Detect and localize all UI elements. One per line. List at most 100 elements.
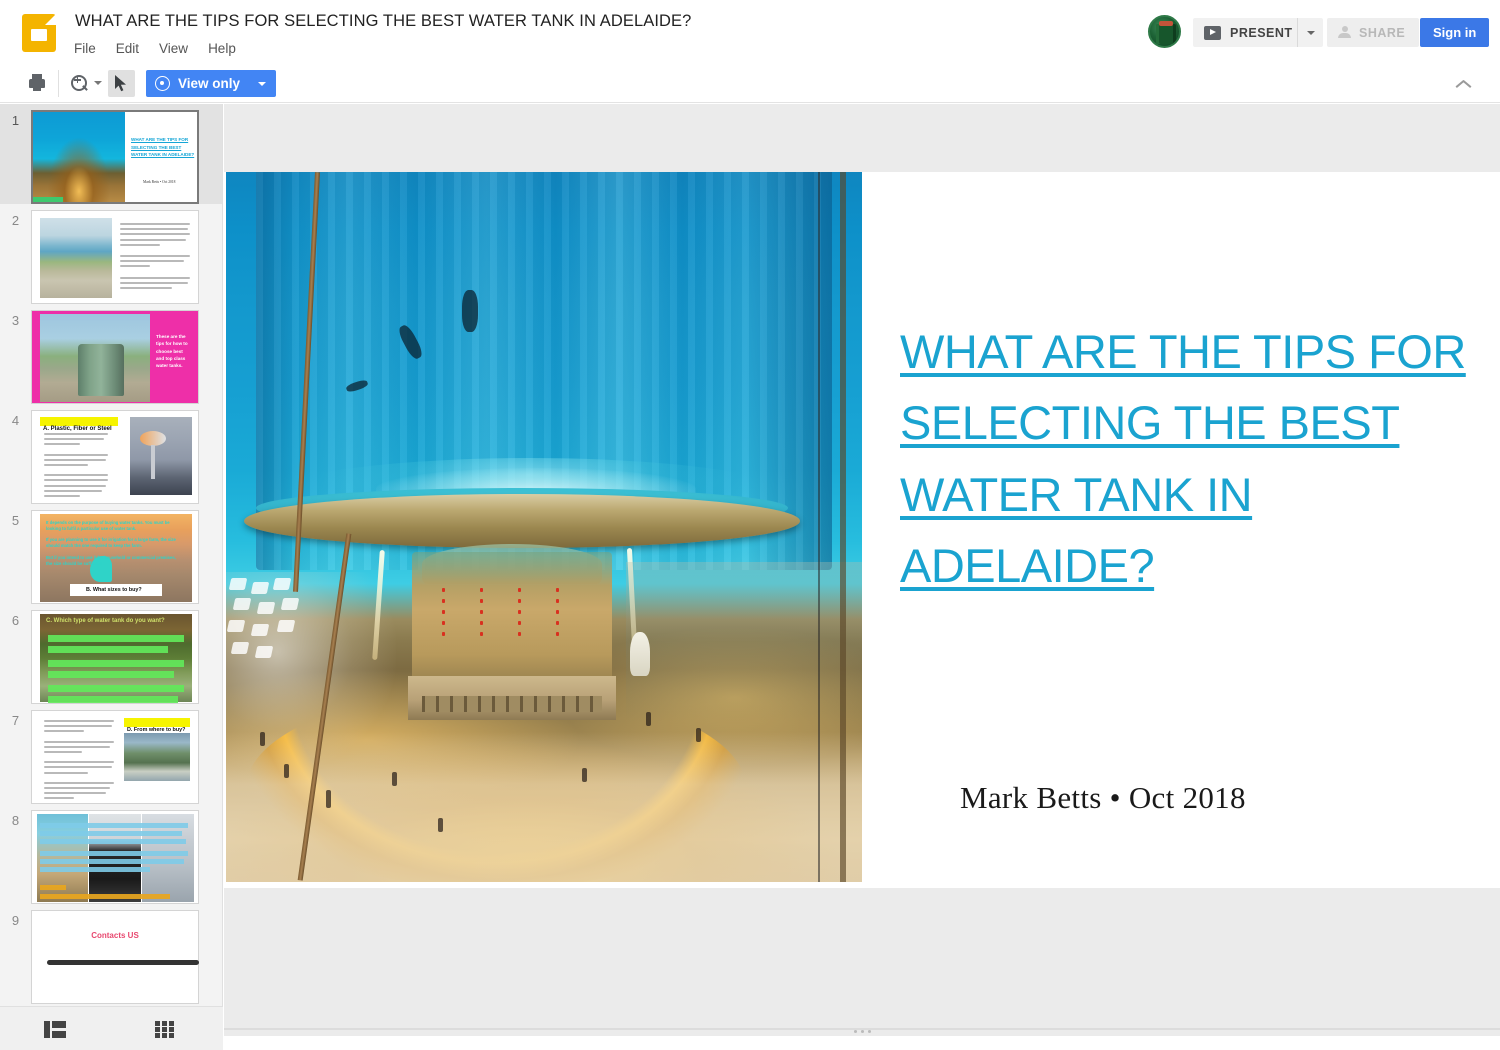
- thumbnail-overlay-text: If you are planning to use it for irriga…: [46, 537, 176, 548]
- zoom-plus-glyph: [74, 76, 81, 83]
- thumbnail-title: B. What sizes to buy?: [86, 587, 142, 593]
- slide-thumbnail-2[interactable]: [31, 210, 199, 304]
- aquarium-photo: [226, 172, 862, 882]
- list-item[interactable]: 7 D. From where to buy?: [0, 704, 222, 804]
- present-dropdown-caret-icon[interactable]: [1297, 18, 1323, 47]
- thumbnail-photo: [124, 733, 190, 781]
- list-item[interactable]: 4 A. Plastic, Fiber or Steel: [0, 404, 222, 504]
- toolbar-divider: [58, 70, 59, 97]
- slide-thumbnail-6[interactable]: C. Which type of water tank do you want?: [31, 610, 199, 704]
- view-only-label: View only: [178, 76, 241, 91]
- thumbnail-overlay-text: It depends on the purpose of buying wate…: [46, 520, 170, 531]
- thumbnail-body-text: [44, 433, 112, 500]
- share-label: SHARE: [1359, 25, 1406, 40]
- thumbnail-title: Contacts US: [91, 931, 139, 940]
- thumbnail-body-text: [44, 720, 118, 802]
- page-subtitle[interactable]: Mark Betts • Oct 2018: [960, 780, 1246, 816]
- slide-thumbnail-8[interactable]: [31, 810, 199, 904]
- play-rectangle-icon: [1204, 25, 1221, 40]
- menu-bar: File Edit View Help: [74, 39, 246, 58]
- slide-number: 7: [11, 713, 20, 728]
- slide-number: 5: [11, 513, 20, 528]
- view-only-button[interactable]: View only: [146, 70, 277, 97]
- thumbnail-title: These are the tips for how to choose bes…: [156, 334, 188, 369]
- list-item[interactable]: 5 It depends on the purpose of buying wa…: [0, 504, 222, 604]
- slide-number: 2: [11, 213, 20, 228]
- menu-item-file[interactable]: File: [74, 39, 106, 58]
- page-title[interactable]: WHAT ARE THE TIPS FOR SELECTING THE BEST…: [900, 316, 1470, 602]
- thumbnail-photo: [33, 112, 125, 202]
- slide-number: 6: [11, 613, 20, 628]
- thumbnail-overlay-text: But if you intend to use it for househol…: [46, 555, 176, 566]
- thumbnail-subtitle: Mark Betts • Oct 2018: [143, 180, 176, 184]
- water-tank-shape: [78, 344, 124, 396]
- thumbnail-photo: [130, 417, 192, 495]
- notes-resize-handle[interactable]: [224, 1026, 1500, 1036]
- document-title[interactable]: WHAT ARE THE TIPS FOR SELECTING THE BEST…: [75, 12, 691, 31]
- slide-thumbnail-9[interactable]: Contacts US: [31, 910, 199, 1004]
- slide-thumbnail-4[interactable]: A. Plastic, Fiber or Steel: [31, 410, 199, 504]
- menu-item-help[interactable]: Help: [198, 39, 246, 58]
- column-light-dots: [432, 588, 592, 650]
- water-tower-shape: [140, 431, 166, 446]
- structural-rail: [840, 172, 846, 882]
- present-label: PRESENT: [1230, 25, 1293, 40]
- share-button: SHARE: [1327, 18, 1420, 47]
- slide-filmstrip-panel[interactable]: 1 WHAT ARE THE TIPS FOR SELECTING THE BE…: [0, 104, 223, 1006]
- user-avatar[interactable]: [1148, 15, 1181, 48]
- thumbnail-title: WHAT ARE THE TIPS FOR SELECTING THE BEST…: [131, 137, 195, 158]
- sign-in-label: Sign in: [1433, 25, 1477, 40]
- view-mode-bar: [0, 1006, 223, 1050]
- view-only-caret-icon[interactable]: [258, 81, 267, 86]
- chevron-up-icon[interactable]: [1456, 77, 1474, 91]
- toolbar: View only: [0, 64, 1500, 103]
- slide-thumbnail-1[interactable]: WHAT ARE THE TIPS FOR SELECTING THE BEST…: [31, 110, 199, 204]
- diver-figure: [462, 290, 478, 332]
- thumbnail-body-text: [48, 635, 184, 703]
- list-item[interactable]: 9 Contacts US: [0, 904, 222, 1004]
- sign-in-button[interactable]: Sign in: [1420, 18, 1490, 47]
- thumbnail-photo: [40, 218, 112, 298]
- thumbnail-heading-highlight: A. Plastic, Fiber or Steel: [40, 417, 118, 432]
- thumbnail-heading-highlight: D. From where to buy?: [124, 718, 190, 733]
- google-slides-icon: [22, 14, 56, 52]
- filmstrip-view-icon[interactable]: [44, 1021, 66, 1038]
- thumbnail-overlay-text: [40, 823, 190, 903]
- list-item[interactable]: 3 These are the tips for how to choose b…: [0, 304, 222, 404]
- thumbnail-body-text: [120, 223, 192, 292]
- zoom-dropdown-caret-icon[interactable]: [94, 81, 102, 85]
- zoom-in-icon[interactable]: [70, 74, 89, 93]
- select-cursor-icon[interactable]: [108, 70, 135, 97]
- slide-thumbnail-3[interactable]: These are the tips for how to choose bes…: [31, 310, 199, 404]
- slide-number: 8: [11, 813, 20, 828]
- list-item[interactable]: 6 C. Which type of water tank do you wan…: [0, 604, 222, 704]
- slide-thumbnail-7[interactable]: D. From where to buy?: [31, 710, 199, 804]
- water-tower-stem: [151, 445, 155, 479]
- speaker-notes-panel[interactable]: [224, 1036, 1500, 1050]
- thumbnail-photo: [40, 314, 150, 402]
- menu-item-view[interactable]: View: [149, 39, 198, 58]
- grid-view-icon[interactable]: [155, 1021, 174, 1038]
- person-add-icon: [1338, 26, 1351, 39]
- app-header: WHAT ARE THE TIPS FOR SELECTING THE BEST…: [0, 0, 1500, 64]
- menu-item-edit[interactable]: Edit: [106, 39, 149, 58]
- print-icon[interactable]: [26, 73, 48, 94]
- slide-number: 1: [11, 113, 20, 128]
- slide-number: 3: [11, 313, 20, 328]
- list-item[interactable]: 8: [0, 804, 222, 904]
- lobby-floor: [226, 732, 862, 882]
- slide-number: 4: [11, 413, 20, 428]
- slide-number: 9: [11, 913, 20, 928]
- polar-bear-statue: [630, 632, 650, 676]
- filmstrip-horizontal-scrollbar[interactable]: [47, 960, 199, 965]
- slide-canvas[interactable]: WHAT ARE THE TIPS FOR SELECTING THE BEST…: [224, 172, 1500, 1050]
- slide-workspace: WHAT ARE THE TIPS FOR SELECTING THE BEST…: [224, 104, 1500, 1050]
- eye-icon: [155, 76, 170, 91]
- list-item[interactable]: 2: [0, 204, 222, 304]
- thumbnail-heading-box: B. What sizes to buy?: [70, 584, 162, 596]
- present-button[interactable]: PRESENT: [1193, 18, 1306, 47]
- list-item[interactable]: 1 WHAT ARE THE TIPS FOR SELECTING THE BE…: [0, 104, 222, 204]
- structural-rail: [818, 172, 820, 882]
- aquarium-metal-rim: [244, 494, 800, 548]
- slide-thumbnail-5[interactable]: It depends on the purpose of buying wate…: [31, 510, 199, 604]
